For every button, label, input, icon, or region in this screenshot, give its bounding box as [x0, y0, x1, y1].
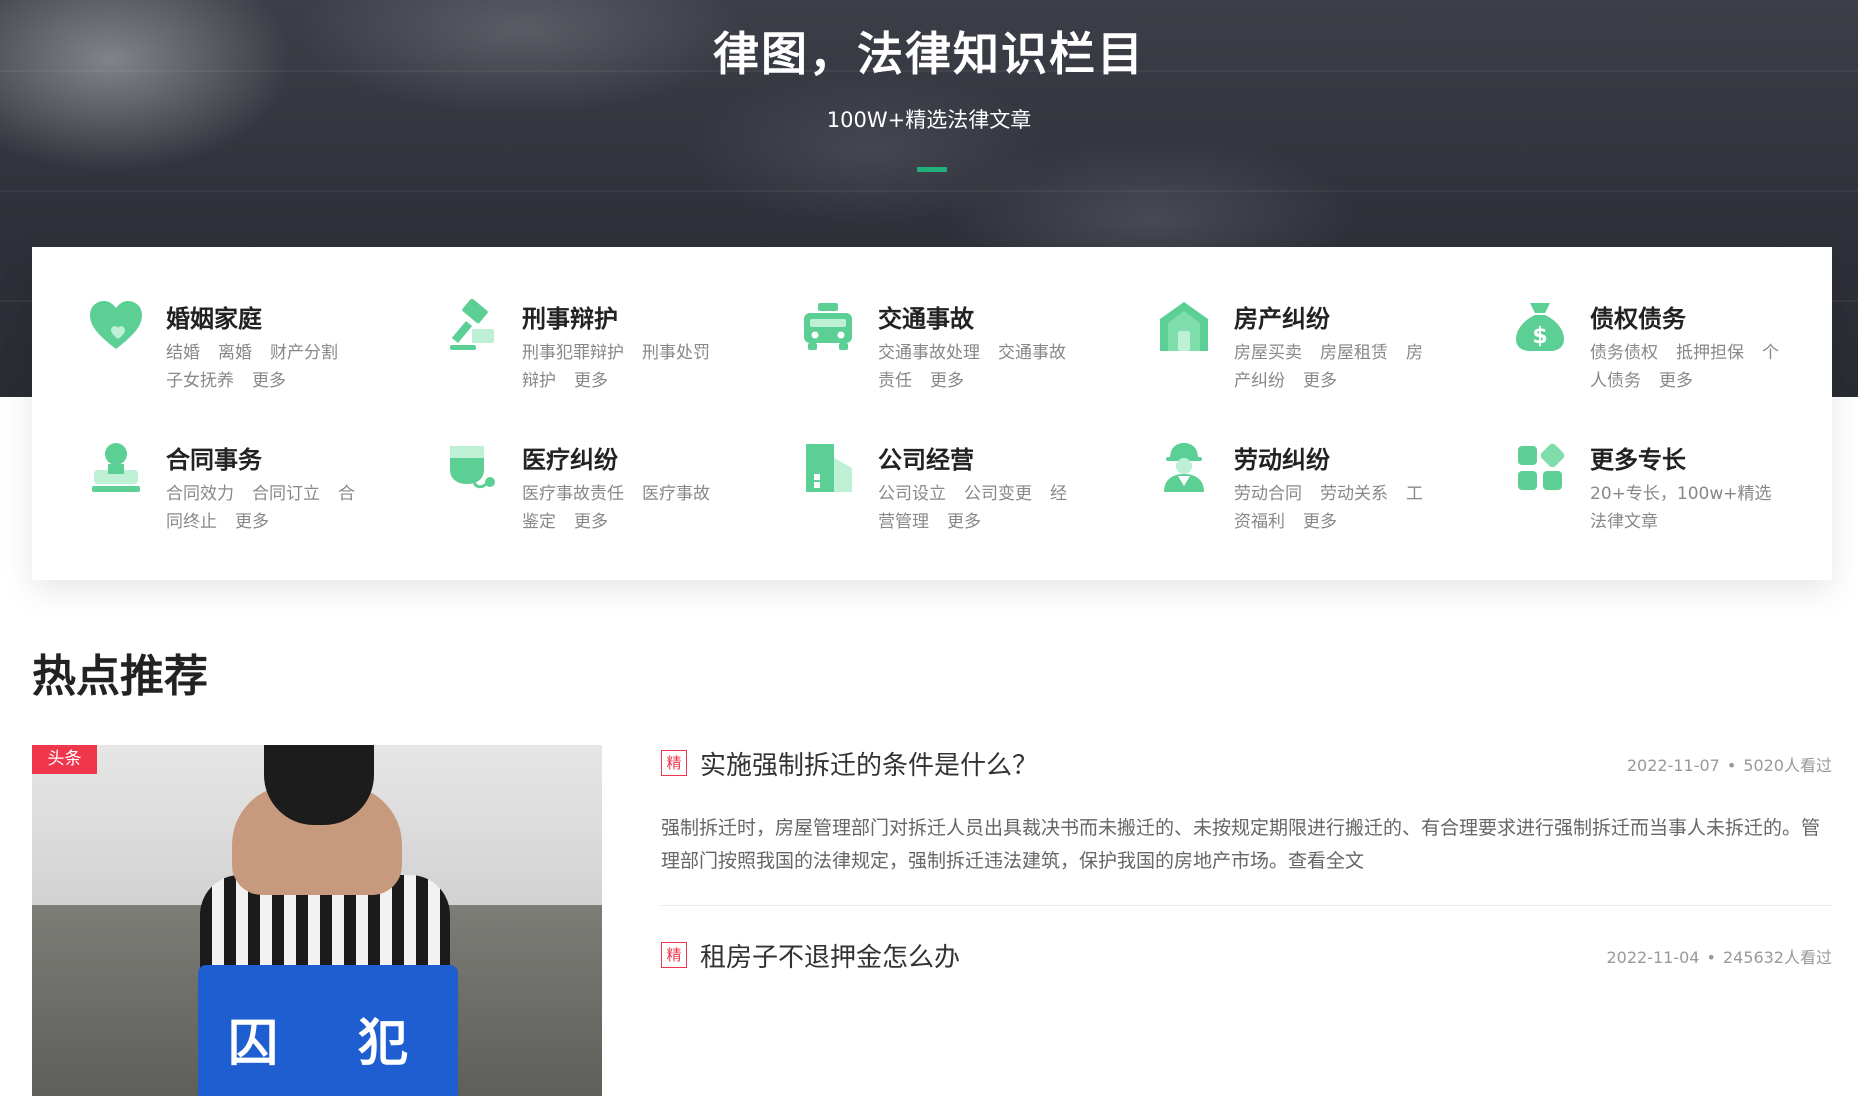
feature-image[interactable]: 囚 犯 头条 — [32, 745, 602, 1096]
category-link[interactable]: 离婚 — [218, 343, 252, 363]
apps-grid-icon — [1512, 440, 1568, 496]
category-links: 房屋买卖 房屋租赁 房产纠纷 更多 — [1234, 339, 1424, 395]
category-more-link[interactable]: 更多 — [235, 512, 269, 532]
category-medical[interactable]: 医疗纠纷 医疗事故责任 医疗事故鉴定 更多 — [388, 388, 710, 532]
category-link[interactable]: 医疗事故责任 — [522, 484, 624, 504]
category-company[interactable]: 公司经营 公司设立 公司变更 经营管理 更多 — [744, 388, 1067, 532]
category-link[interactable]: 结婚 — [166, 343, 200, 363]
category-name: 婚姻家庭 — [166, 305, 262, 333]
article-views: 245632人看过 — [1722, 948, 1832, 967]
category-more-link[interactable]: 更多 — [1303, 512, 1337, 532]
category-links: 债务债权 抵押担保 个人债务 更多 — [1590, 339, 1780, 395]
building-icon — [800, 440, 856, 496]
category-name: 公司经营 — [878, 446, 974, 474]
image-vest-text: 囚 — [228, 1014, 278, 1072]
category-name: 劳动纠纷 — [1234, 446, 1330, 474]
car-icon — [800, 299, 856, 355]
category-link[interactable]: 合同订立 — [252, 484, 320, 504]
headline-badge: 头条 — [32, 745, 97, 774]
svg-text:$: $ — [1532, 324, 1547, 349]
category-name: 房产纠纷 — [1234, 305, 1330, 333]
article-views: 5020人看过 — [1743, 756, 1832, 775]
house-icon — [1156, 299, 1212, 355]
category-labor[interactable]: 劳动纠纷 劳动合同 劳动关系 工资福利 更多 — [1100, 388, 1423, 532]
hero-title: 律图，法律知识栏目 — [713, 27, 1145, 81]
money-bag-icon: $ — [1512, 299, 1568, 355]
category-link[interactable]: 抵押担保 — [1676, 343, 1744, 363]
category-name: 债权债务 — [1590, 305, 1686, 333]
category-traffic[interactable]: 交通事故 交通事故处理 交通事故责任 更多 — [744, 247, 1066, 391]
article-title[interactable]: 租房子不退押金怎么办 — [700, 937, 960, 974]
category-links: 20+专长，100w+精选法律文章 — [1590, 480, 1780, 536]
featured-tag: 精 — [661, 942, 687, 968]
category-link[interactable]: 合同效力 — [166, 484, 234, 504]
medical-bag-icon — [444, 440, 500, 496]
category-links: 公司设立 公司变更 经营管理 更多 — [878, 480, 1068, 536]
category-criminal[interactable]: 刑事辩护 刑事犯罪辩护 刑事处罚辩护 更多 — [388, 247, 710, 391]
category-debt[interactable]: $ 债权债务 债务债权 抵押担保 个人债务 更多 — [1456, 247, 1779, 391]
category-name: 合同事务 — [166, 446, 262, 474]
category-link[interactable]: 劳动关系 — [1320, 484, 1388, 504]
category-more-link[interactable]: 更多 — [574, 512, 608, 532]
person-stamp-icon — [88, 440, 144, 496]
category-link[interactable]: 房屋租赁 — [1320, 343, 1388, 363]
article-summary: 强制拆迁时，房屋管理部门对拆迁人员出具裁决书而未搬迁的、未按规定期限进行搬迁的、… — [661, 817, 1821, 872]
category-name: 更多专长 — [1590, 446, 1686, 474]
category-link[interactable]: 刑事犯罪辩护 — [522, 343, 624, 363]
category-marriage[interactable]: 婚姻家庭 结婚 离婚 财产分割子女抚养 更多 — [32, 247, 352, 391]
article-date: 2022-11-07 — [1626, 756, 1720, 775]
category-links: 医疗事故责任 医疗事故鉴定 更多 — [522, 480, 712, 536]
featured-tag: 精 — [661, 750, 687, 776]
category-name: 交通事故 — [878, 305, 974, 333]
heart-icon — [88, 299, 144, 355]
worker-icon — [1156, 440, 1212, 496]
category-description: 20+专长，100w+精选法律文章 — [1590, 484, 1772, 532]
section-title: 热点推荐 — [32, 651, 208, 702]
article-title[interactable]: 实施强制拆迁的条件是什么？ — [700, 745, 1038, 782]
article-item[interactable]: 精 实施强制拆迁的条件是什么？ 2022-11-07 • 5020人看过 强制拆迁时… — [661, 748, 1832, 878]
category-link[interactable]: 公司设立 — [878, 484, 946, 504]
category-links: 结婚 离婚 财产分割子女抚养 更多 — [166, 339, 356, 395]
hero-subtitle: 100W+精选法律文章 — [826, 108, 1032, 132]
category-name: 医疗纠纷 — [522, 446, 618, 474]
category-links: 合同效力 合同订立 合同终止 更多 — [166, 480, 356, 536]
category-link[interactable]: 财产分割 — [270, 343, 338, 363]
category-more-specialties[interactable]: 更多专长 20+专长，100w+精选法律文章 — [1456, 388, 1776, 532]
category-panel: 婚姻家庭 结婚 离婚 财产分割子女抚养 更多 刑事辩护 刑事犯罪辩护 刑事处罚辩护 更多 … — [32, 247, 1832, 580]
category-link[interactable]: 债务债权 — [1590, 343, 1658, 363]
gavel-icon — [444, 299, 500, 355]
category-link[interactable]: 房屋买卖 — [1234, 343, 1302, 363]
category-links: 劳动合同 劳动关系 工资福利 更多 — [1234, 480, 1424, 536]
image-vest-text: 犯 — [358, 1014, 408, 1072]
hero-texture — [0, 190, 1858, 192]
category-link[interactable]: 公司变更 — [964, 484, 1032, 504]
article-meta: 2022-11-07 • 5020人看过 — [1626, 756, 1832, 775]
article-divider — [661, 905, 1832, 906]
category-links: 交通事故处理 交通事故责任 更多 — [878, 339, 1068, 395]
category-links: 刑事犯罪辩护 刑事处罚辩护 更多 — [522, 339, 712, 395]
hero-accent-bar — [917, 167, 947, 172]
category-property[interactable]: 房产纠纷 房屋买卖 房屋租赁 房产纠纷 更多 — [1100, 247, 1423, 391]
category-link[interactable]: 交通事故处理 — [878, 343, 980, 363]
category-more-link[interactable]: 更多 — [947, 512, 981, 532]
category-name: 刑事辩护 — [522, 305, 618, 333]
article-meta: 2022-11-04 • 245632人看过 — [1606, 948, 1832, 967]
category-link[interactable]: 劳动合同 — [1234, 484, 1302, 504]
article-date: 2022-11-04 — [1606, 948, 1700, 967]
category-contract[interactable]: 合同事务 合同效力 合同订立 合同终止 更多 — [32, 388, 355, 532]
article-item[interactable]: 精 租房子不退押金怎么办 2022-11-04 • 245632人看过 — [661, 940, 1832, 980]
